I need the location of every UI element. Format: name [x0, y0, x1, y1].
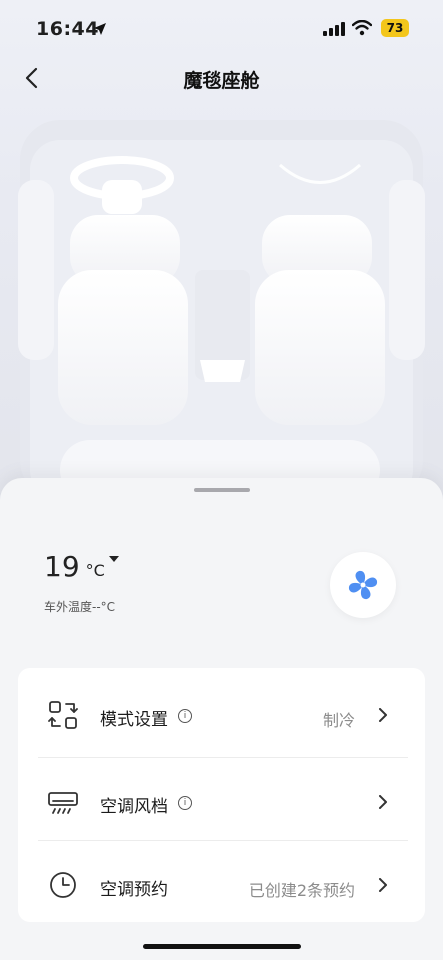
ac-vent-row[interactable]: 空调风档 i [18, 759, 425, 841]
battery-indicator: 73 [381, 19, 409, 37]
ac-vent-label: 空调风档 [100, 797, 168, 817]
drag-handle[interactable] [194, 488, 250, 492]
mode-switch-icon [48, 701, 78, 729]
divider [38, 840, 408, 841]
mode-setting-value: 制冷 [322, 711, 355, 730]
clock-icon [50, 872, 76, 898]
car-cabin-illustration [18, 120, 425, 500]
cellular-signal-icon [323, 22, 345, 36]
ac-schedule-row[interactable]: 空调预约 已创建2条预约 [18, 842, 425, 924]
mode-setting-row[interactable]: 模式设置 i 制冷 [18, 672, 425, 754]
climate-sheet: 19 °C 车外温度--°C 模式设置 i 制冷 空调风档 i 空调预约 已创建… [0, 478, 443, 960]
fan-button[interactable] [330, 552, 396, 618]
chevron-right-icon [379, 878, 387, 892]
divider [38, 757, 408, 758]
info-icon[interactable]: i [178, 709, 192, 723]
ac-schedule-label: 空调预约 [100, 880, 168, 900]
status-bar: 16:44 73 [0, 0, 443, 60]
temperature-selector[interactable]: 19 °C [44, 550, 119, 583]
wifi-icon [352, 20, 372, 36]
mode-setting-label: 模式设置 [100, 710, 168, 730]
chevron-right-icon [379, 708, 387, 722]
page-title: 魔毯座舱 [183, 70, 260, 92]
status-time: 16:44 [36, 18, 99, 40]
ac-schedule-value: 已创建2条预约 [248, 881, 355, 900]
temperature-value: 19 [44, 550, 80, 583]
fan-icon [348, 570, 378, 600]
settings-card: 模式设置 i 制冷 空调风档 i 空调预约 已创建2条预约 [18, 668, 425, 922]
info-icon[interactable]: i [178, 796, 192, 810]
outside-temperature: 车外温度--°C [44, 600, 116, 614]
ac-vent-icon [48, 792, 78, 814]
home-indicator[interactable] [143, 944, 301, 949]
temperature-unit: °C [85, 561, 105, 580]
caret-down-icon [108, 556, 119, 562]
location-arrow-icon [94, 23, 106, 35]
chevron-right-icon [379, 795, 387, 809]
nav-bar: 魔毯座舱 [0, 58, 443, 98]
cabin-hero: 16:44 73 魔毯座舱 [0, 0, 443, 500]
